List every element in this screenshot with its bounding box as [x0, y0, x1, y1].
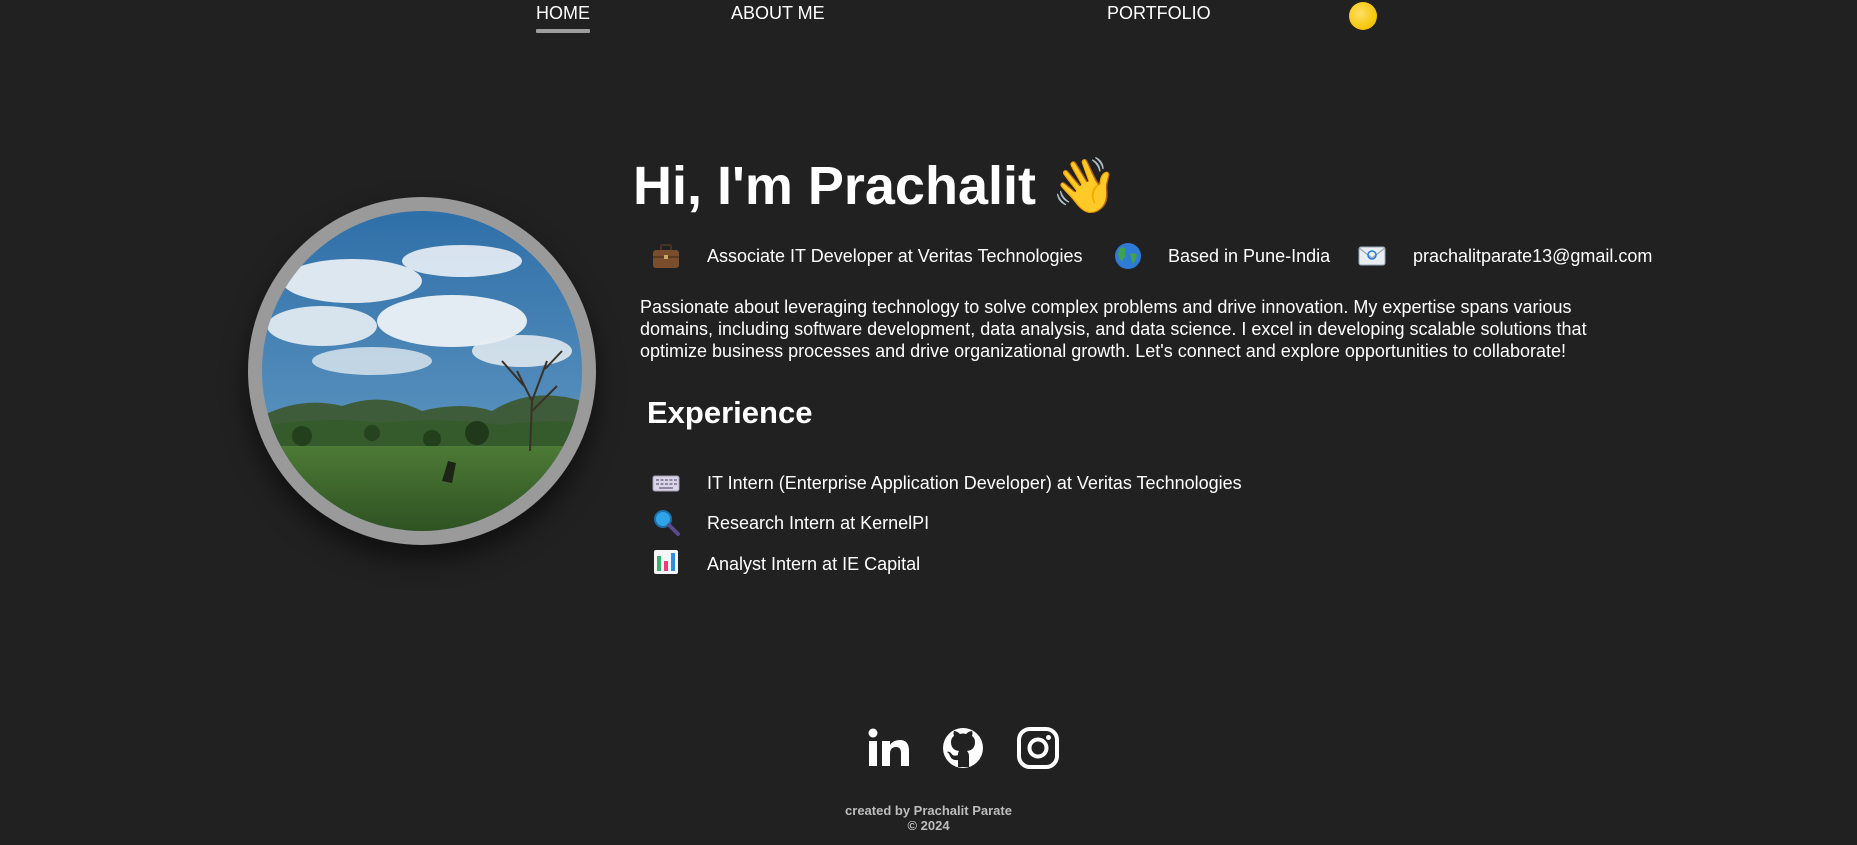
- profile-photo: [262, 211, 582, 531]
- email-link[interactable]: prachalitparate13@gmail.com: [1413, 246, 1652, 266]
- page-title: Hi, I'm Prachalit 👋: [633, 150, 1118, 222]
- nav-home[interactable]: HOME: [536, 3, 590, 33]
- experience-heading: Experience: [647, 395, 813, 430]
- linkedin-icon[interactable]: [867, 726, 911, 770]
- bar-chart-icon: [654, 550, 678, 574]
- sun-icon[interactable]: [1349, 2, 1377, 30]
- email-icon: [1358, 246, 1386, 266]
- footer-copyright: © 2024: [907, 818, 950, 833]
- profile-avatar: [248, 197, 596, 545]
- footer-credit: created by Prachalit Parate: [845, 803, 1012, 818]
- keyboard-icon: [652, 475, 680, 492]
- github-icon[interactable]: [941, 726, 985, 770]
- hero-title-text: Hi, I'm Prachalit: [633, 156, 1036, 216]
- bio-paragraph: Passionate about leveraging technology t…: [640, 297, 1587, 361]
- briefcase-icon: [653, 244, 679, 268]
- experience-item-1: IT Intern (Enterprise Application Develo…: [707, 473, 1242, 493]
- waving-hand-icon: 👋: [1051, 156, 1119, 216]
- experience-item-2: Research Intern at KernelPI: [707, 513, 930, 533]
- magnifier-icon: [654, 510, 680, 536]
- job-title: Associate IT Developer at Veritas Techno…: [707, 246, 1083, 266]
- nav-portfolio[interactable]: PORTFOLIO: [1107, 3, 1211, 23]
- experience-item-3: Analyst Intern at IE Capital: [707, 554, 921, 574]
- location-text: Based in Pune-India: [1168, 246, 1331, 266]
- nav-about-me[interactable]: ABOUT ME: [731, 3, 825, 23]
- globe-icon: [1115, 243, 1141, 269]
- instagram-icon[interactable]: [1016, 726, 1060, 770]
